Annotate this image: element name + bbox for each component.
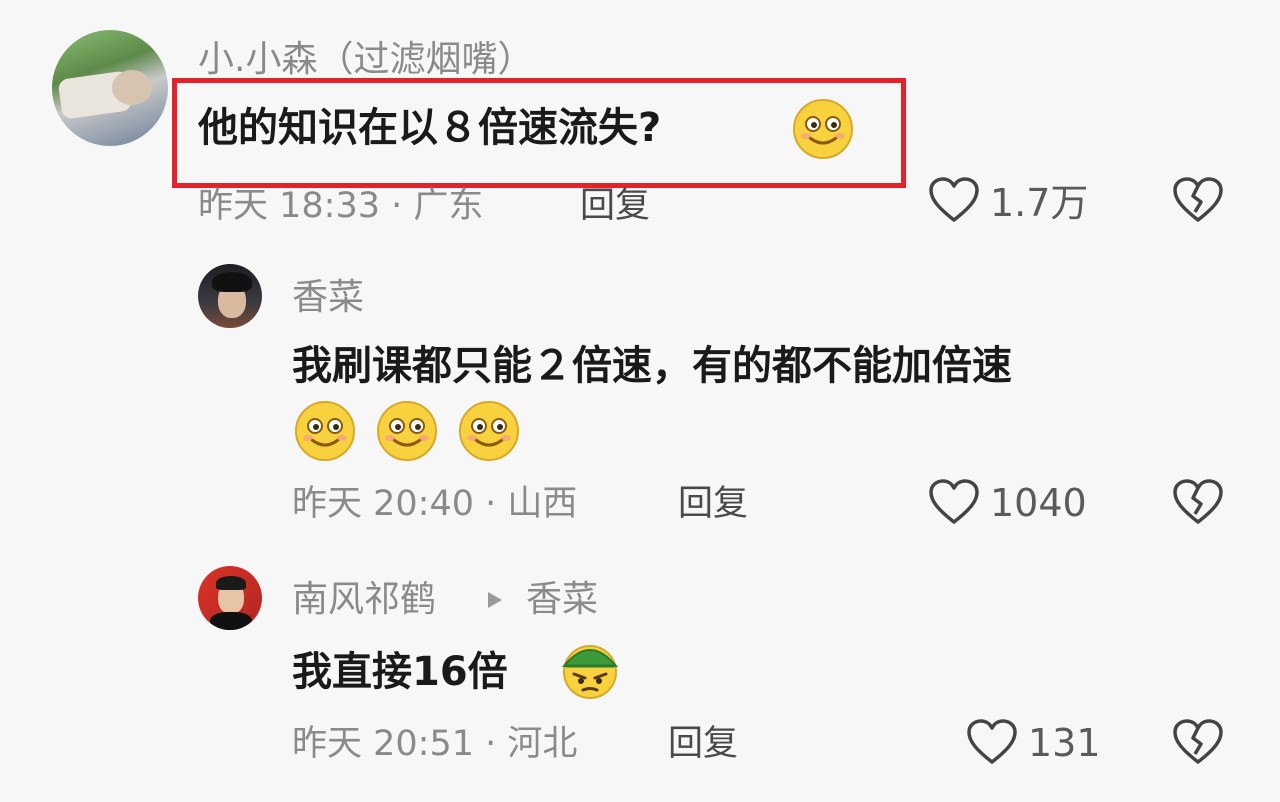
comment-1-reply-button[interactable]: 回复	[580, 184, 650, 228]
comment-2-like-count: 1040	[990, 481, 1087, 525]
comment-1-meta: 昨天 18:33 · 广东	[198, 186, 484, 226]
heart-icon[interactable]	[928, 176, 980, 224]
smile-emoji-icon	[459, 401, 519, 461]
broken-heart-icon[interactable]	[1172, 176, 1224, 224]
heart-icon[interactable]	[928, 478, 980, 526]
comment-2-reply-button[interactable]: 回复	[678, 482, 748, 526]
comment-3-text: 我直接16倍	[292, 649, 508, 695]
comment-3-like-count: 131	[1028, 721, 1101, 765]
emoji-row	[294, 400, 520, 462]
comment-3-reply-to[interactable]: 香菜	[526, 578, 598, 622]
comment-2-meta: 昨天 20:40 · 山西	[292, 484, 578, 524]
comment-1-text: 他的知识在以８倍速流失?	[198, 105, 662, 151]
comment-3-reply-button[interactable]: 回复	[668, 722, 738, 766]
comment-3-author[interactable]: 南风祁鹤	[292, 578, 436, 622]
comment-2-avatar[interactable]	[198, 264, 262, 328]
angry-green-hat-emoji-icon	[561, 645, 619, 699]
comment-3-meta: 昨天 20:51 · 河北	[292, 724, 578, 764]
smile-emoji-icon	[295, 401, 355, 461]
comment-1-author[interactable]: 小.小森（过滤烟嘴）	[198, 38, 533, 82]
reply-arrow-icon	[488, 592, 502, 608]
broken-heart-icon[interactable]	[1172, 718, 1224, 766]
smile-emoji-icon	[377, 401, 437, 461]
broken-heart-icon[interactable]	[1172, 478, 1224, 526]
comment-1-avatar[interactable]	[52, 30, 168, 146]
comment-1-like-count: 1.7万	[990, 181, 1089, 225]
comment-2-author[interactable]: 香菜	[292, 276, 364, 320]
comment-2-text: 我刷课都只能２倍速，有的都不能加倍速	[292, 343, 1012, 389]
heart-icon[interactable]	[966, 718, 1018, 766]
comment-3-avatar[interactable]	[198, 566, 262, 630]
smile-emoji-icon	[793, 99, 853, 159]
